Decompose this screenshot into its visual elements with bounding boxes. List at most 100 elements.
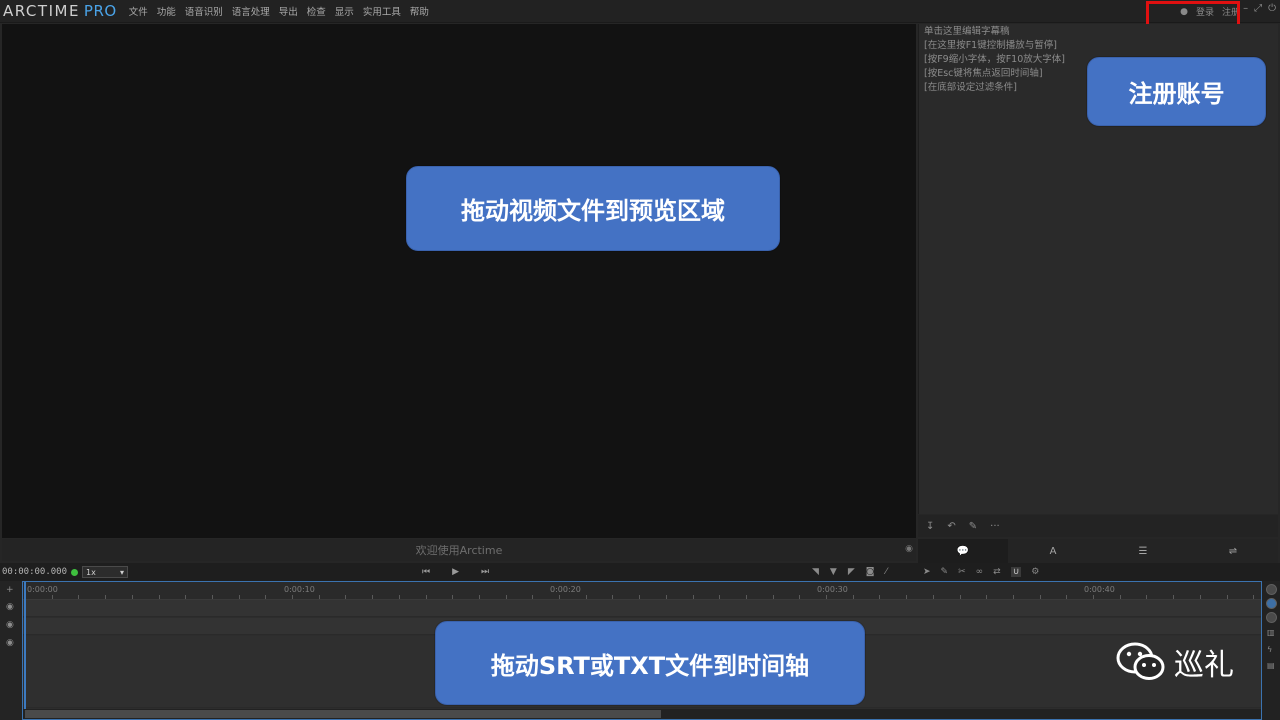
transport-bar: 00:00:00.000 1x ▾ ⏮ ▶ ⏭ ◥ ▼ ◤ ◙ ⁄ ➤ ✎ ✂ … — [0, 563, 1280, 581]
slash-icon[interactable]: ⁄ — [886, 567, 888, 577]
preview-status-bar: 欢迎使用Arctime ◉ — [2, 539, 916, 561]
eye-icon[interactable]: ◉ — [6, 620, 14, 630]
film-icon[interactable]: ▤ — [1267, 661, 1275, 670]
menu-help[interactable]: 帮助 — [410, 4, 429, 18]
more-icon[interactable]: ··· — [990, 521, 1000, 532]
tab-list[interactable]: ☰ — [1098, 539, 1188, 563]
scissors-icon[interactable]: ✂ — [958, 567, 966, 577]
timeline-scrollbar[interactable] — [23, 709, 1261, 719]
marker-icon[interactable]: ▼ — [830, 567, 837, 577]
ruler-tick — [478, 595, 480, 599]
speed-value: 1x — [86, 567, 96, 577]
menu-file[interactable]: 文件 — [129, 4, 148, 18]
ruler-tick — [906, 595, 908, 599]
zoom-controls: ▥ ϟ ▤ — [1262, 581, 1280, 720]
ruler-tick — [345, 595, 347, 599]
top-menu-bar: ARCTIME PRO 文件 功能 语音识别 语言处理 导出 检查 显示 实用工… — [0, 0, 1280, 23]
speed-select[interactable]: 1x ▾ — [82, 566, 129, 578]
pointer-icon[interactable]: ➤ — [923, 567, 931, 577]
maximize-icon[interactable]: ⤢ — [1254, 3, 1262, 14]
minimize-icon[interactable]: – — [1243, 3, 1248, 14]
menu-language-processing[interactable]: 语言处理 — [232, 4, 270, 18]
video-preview-area[interactable] — [2, 24, 916, 538]
ruler-tick — [1199, 595, 1201, 599]
callout-drag-video: 拖动视频文件到预览区域 — [406, 166, 780, 251]
ruler-tick — [879, 595, 881, 599]
menu-export[interactable]: 导出 — [279, 4, 298, 18]
ruler-tick — [292, 595, 293, 599]
main-menu: 文件 功能 语音识别 语言处理 导出 检查 显示 实用工具 帮助 — [129, 4, 438, 18]
ruler-tick — [612, 595, 614, 599]
tab-font[interactable]: A — [1008, 539, 1098, 563]
ruler-tick — [719, 595, 721, 599]
insert-icon[interactable]: ↧ — [926, 521, 934, 532]
pencil-icon[interactable]: ✎ — [969, 521, 977, 532]
playhead[interactable] — [24, 582, 26, 719]
ruler-tick — [665, 595, 667, 599]
ruler-tick — [532, 595, 534, 599]
ruler-tick — [639, 595, 641, 599]
ruler-tick — [185, 595, 187, 599]
ruler-tick — [1012, 595, 1014, 599]
eye-icon[interactable]: ◉ — [6, 602, 14, 612]
chat-icon: 💬 — [956, 545, 970, 557]
next-icon[interactable]: ⏭ — [481, 567, 489, 577]
timeline-track-controls: + ◉ ◉ ◉ — [0, 581, 22, 720]
swap-icon[interactable]: ⇄ — [993, 567, 1001, 577]
watermark-text: 巡礼 — [1174, 648, 1234, 683]
marker-tools: ◥ ▼ ◤ ◙ ⁄ — [812, 563, 887, 581]
edit-icon[interactable]: ✎ — [941, 567, 949, 577]
zoom-button[interactable] — [1266, 584, 1277, 595]
ruler-tick — [398, 595, 400, 599]
status-dot-icon — [71, 568, 79, 576]
menu-display[interactable]: 显示 — [335, 4, 354, 18]
bolt-icon[interactable]: ϟ — [1267, 645, 1272, 654]
scrollbar-thumb[interactable] — [25, 710, 661, 718]
font-icon: A — [1049, 545, 1057, 557]
ruler-tick — [959, 595, 961, 599]
eye-icon[interactable]: ◉ — [905, 544, 913, 554]
tick-label: 0:00:10 — [284, 585, 315, 594]
menu-functions[interactable]: 功能 — [157, 4, 176, 18]
mark-in-icon[interactable]: ◥ — [812, 567, 819, 577]
ruler-tick — [131, 595, 133, 599]
menu-tools[interactable]: 实用工具 — [363, 4, 401, 18]
arctime-window: ARCTIME PRO 文件 功能 语音识别 语言处理 导出 检查 显示 实用工… — [0, 0, 1280, 720]
zoom-button[interactable] — [1266, 612, 1277, 623]
tab-settings[interactable]: ⇌ — [1188, 539, 1278, 563]
ruler-tick — [1066, 595, 1068, 599]
timeline-track[interactable] — [23, 600, 1261, 617]
ruler-tick — [265, 595, 267, 599]
zoom-button[interactable] — [1266, 598, 1277, 609]
gear-icon[interactable]: ⚙ — [1031, 567, 1039, 577]
tab-subtitles[interactable]: 💬 — [918, 539, 1008, 563]
add-track-icon[interactable]: + — [6, 585, 14, 595]
eye-icon[interactable]: ◉ — [6, 638, 14, 648]
ruler-tick — [1226, 595, 1228, 599]
time-ruler[interactable]: 0:00:00 0:00:10 0:00:20 0:00:30 0:00:40 — [23, 582, 1261, 600]
timeline-tools: ➤ ✎ ✂ ∞ ⇄ ∪ ⚙ — [923, 563, 1039, 581]
play-icon[interactable]: ▶ — [452, 567, 459, 577]
prev-icon[interactable]: ⏮ — [422, 567, 430, 577]
ruler-tick — [799, 595, 801, 599]
editor-toolbar: ↧ ↶ ✎ ··· — [918, 515, 1278, 537]
magnet-icon[interactable]: ∪ — [1010, 567, 1022, 577]
ruler-tick — [932, 595, 934, 599]
power-icon[interactable]: ⏻ — [1268, 3, 1276, 14]
ruler-tick — [692, 595, 694, 599]
mark-out-icon[interactable]: ◤ — [848, 567, 855, 577]
waveform-icon[interactable]: ▥ — [1267, 628, 1275, 637]
ruler-tick — [211, 595, 213, 599]
ruler-tick — [1039, 595, 1041, 599]
link-icon[interactable]: ∞ — [976, 567, 984, 577]
menu-check[interactable]: 检查 — [307, 4, 326, 18]
menu-speech-recognition[interactable]: 语音识别 — [185, 4, 223, 18]
ruler-tick — [505, 595, 507, 599]
timecode: 00:00:00.000 — [2, 567, 68, 577]
undo-icon[interactable]: ↶ — [947, 521, 955, 532]
tick-label: 0:00:00 — [27, 585, 58, 594]
ruler-tick — [452, 595, 454, 599]
ruler-tick — [585, 595, 587, 599]
wechat-icon — [1116, 642, 1165, 680]
camera-icon[interactable]: ◙ — [866, 567, 875, 577]
